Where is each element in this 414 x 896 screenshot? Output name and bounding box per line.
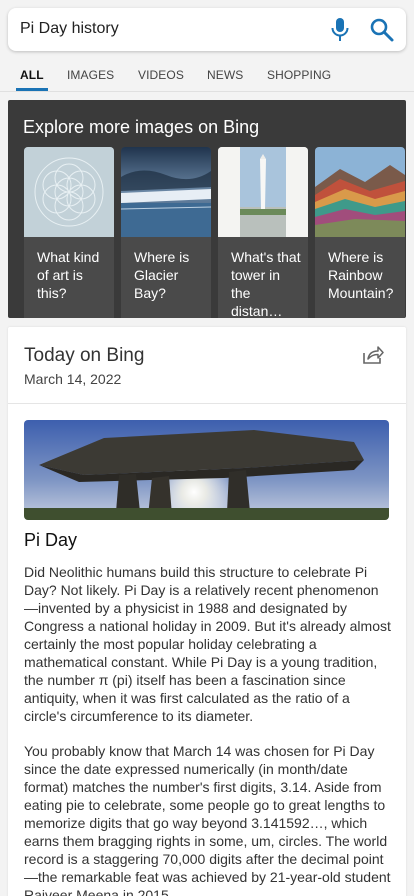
microphone-icon[interactable] — [328, 16, 352, 44]
search-box[interactable]: Pi Day history — [8, 8, 406, 51]
article-paragraph: You probably know that March 14 was chos… — [24, 743, 391, 896]
card-thumbnail — [121, 147, 211, 237]
explore-title: Explore more images on Bing — [23, 117, 260, 137]
today-on-bing-card: Today on Bing March 14, 2022 Pi Day Did … — [8, 327, 406, 896]
search-icon[interactable] — [369, 17, 395, 43]
tab-shopping[interactable]: SHOPPING — [267, 68, 331, 82]
tab-all[interactable]: ALL — [20, 68, 44, 82]
article-paragraph: Did Neolithic humans build this structur… — [24, 564, 391, 724]
active-tab-indicator — [16, 88, 48, 91]
card-label: Where is Rainbow Mountain? — [328, 249, 394, 301]
article-title: Pi Day — [24, 530, 78, 550]
card-label: Where is Glacier Bay? — [134, 249, 190, 301]
today-date: March 14, 2022 — [24, 371, 122, 387]
explore-card-art[interactable]: What kind of art is this? — [24, 147, 114, 318]
search-input[interactable]: Pi Day history — [20, 20, 119, 38]
explore-card-rainbow-mountain[interactable]: Where is Rainbow Mountain? — [315, 147, 405, 318]
explore-card-glacier[interactable]: Where is Glacier Bay? — [121, 147, 211, 318]
hero-image[interactable] — [24, 420, 389, 520]
card-thumbnail — [315, 147, 405, 237]
card-thumbnail — [24, 147, 114, 237]
tab-videos[interactable]: VIDEOS — [138, 68, 184, 82]
today-title: Today on Bing — [24, 345, 145, 366]
card-label: What's that tower in the distan… — [231, 249, 301, 318]
tab-news[interactable]: NEWS — [207, 68, 243, 82]
share-icon[interactable] — [362, 345, 384, 365]
section-divider — [8, 403, 406, 404]
explore-card-tower[interactable]: What's that tower in the distan… — [218, 147, 308, 318]
explore-images-section: Explore more images on Bing What kind of… — [8, 100, 406, 318]
search-header: Pi Day history — [0, 0, 414, 58]
search-tabs: ALL IMAGES VIDEOS NEWS SHOPPING — [0, 58, 414, 92]
card-label: What kind of art is this? — [37, 249, 100, 301]
tab-images[interactable]: IMAGES — [67, 68, 114, 82]
card-thumbnail — [218, 147, 308, 237]
